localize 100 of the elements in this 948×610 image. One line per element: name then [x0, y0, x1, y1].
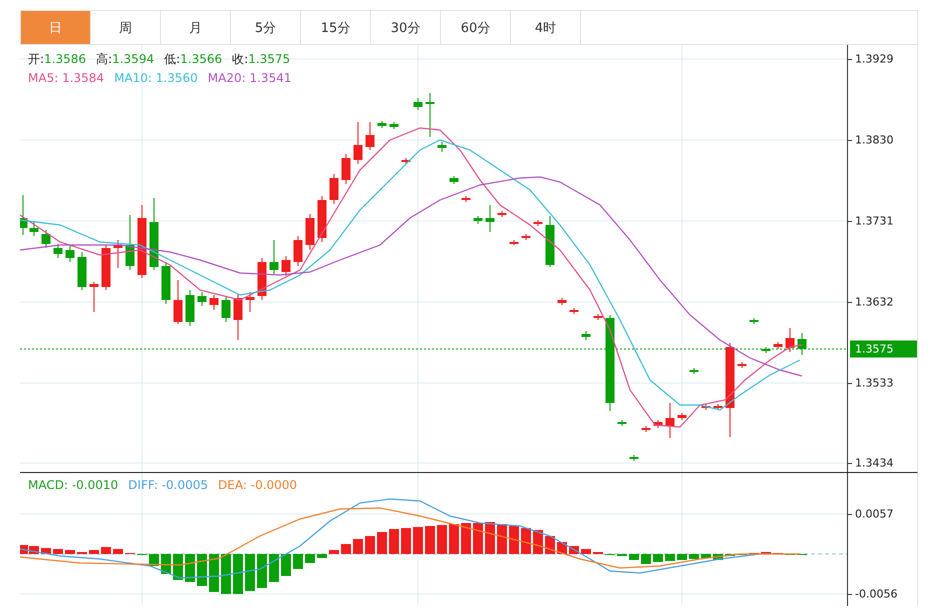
candle: [342, 154, 350, 184]
candle: [174, 280, 182, 324]
candle: [438, 142, 446, 152]
candle: [546, 216, 554, 268]
histogram-bar: [65, 550, 75, 554]
histogram-bar: [209, 554, 219, 592]
histogram-bar: [269, 554, 279, 582]
histogram-bar: [641, 554, 651, 564]
histogram-bar: [653, 554, 663, 562]
candle: [390, 122, 398, 130]
candle: [20, 194, 28, 236]
candle: [378, 120, 386, 128]
candle: [102, 244, 110, 290]
axis-label: 1.3434: [855, 456, 894, 470]
histogram-bar: [497, 524, 507, 554]
axis-label: 1.3632: [855, 296, 894, 308]
histogram-bar: [665, 554, 675, 561]
candle: [654, 420, 662, 428]
histogram-bar: [389, 529, 399, 554]
candle: [618, 420, 626, 426]
histogram-bar: [221, 554, 231, 594]
axis-label: 1.3533: [855, 376, 894, 390]
candle: [774, 342, 782, 350]
candle: [90, 282, 98, 312]
macd-value: DIFF: -0.0005: [128, 478, 208, 492]
candle: [222, 296, 230, 322]
histogram-bar: [257, 554, 267, 588]
candle: [42, 230, 50, 248]
histogram-bar: [425, 526, 435, 554]
axis-label: 1.3929: [855, 52, 894, 66]
candle: [198, 292, 206, 306]
candle: [474, 216, 482, 224]
candle: [450, 176, 458, 184]
histogram-bar: [173, 554, 183, 580]
candle: [510, 240, 518, 246]
moving-average-value: MA10: 1.3560: [114, 71, 198, 85]
histogram-bar: [353, 539, 363, 554]
candle: [162, 262, 170, 304]
candle: [558, 298, 566, 306]
candle: [246, 292, 254, 312]
macd-value: MACD: -0.0010: [28, 478, 118, 492]
axis-label: 0.0057: [855, 508, 894, 520]
candle: [642, 426, 650, 432]
candle: [402, 158, 410, 164]
candle: [486, 204, 494, 232]
histogram-bar: [473, 523, 483, 554]
candle: [702, 404, 710, 410]
candle: [234, 294, 242, 340]
candle: [78, 252, 86, 290]
histogram-bar: [233, 554, 243, 594]
histogram-bar: [437, 525, 447, 554]
candle: [666, 402, 674, 438]
candle: [462, 196, 470, 202]
candle: [330, 174, 338, 204]
histogram-bar: [485, 522, 495, 554]
candle: [762, 346, 770, 354]
candle: [786, 328, 794, 352]
moving-average-value: MA20: 1.3541: [208, 71, 292, 85]
histogram-bar: [305, 554, 315, 563]
histogram-bar: [449, 524, 459, 554]
candle: [54, 244, 62, 258]
histogram-bar: [317, 554, 327, 558]
histogram-bar: [509, 526, 519, 554]
candle: [30, 222, 38, 236]
histogram-bar: [293, 554, 303, 569]
candle: [294, 236, 302, 266]
histogram-bar: [689, 554, 699, 559]
candle: [318, 196, 326, 242]
histogram-bar: [329, 550, 339, 554]
macd-value: DEA: -0.0000: [218, 478, 298, 492]
candle: [690, 368, 698, 374]
histogram-bar: [701, 554, 711, 558]
histogram-bar: [89, 550, 99, 554]
candle: [678, 412, 686, 420]
candle: [210, 294, 218, 310]
candle: [66, 246, 74, 262]
candle: [186, 290, 194, 326]
histogram-bar: [365, 536, 375, 554]
histogram-bar: [281, 554, 291, 576]
histogram-bar: [413, 527, 423, 554]
candle: [366, 122, 374, 150]
histogram-bar: [581, 549, 591, 554]
histogram-bar: [461, 523, 471, 554]
candle: [534, 220, 542, 226]
candle: [798, 332, 806, 356]
candle: [582, 330, 590, 340]
candle: [750, 318, 758, 324]
current-price-tag: 1.3575: [850, 340, 917, 358]
candle: [426, 92, 434, 138]
candle: [270, 240, 278, 274]
histogram-bar: [245, 554, 255, 591]
histogram-bar: [341, 544, 351, 554]
candle: [630, 454, 638, 462]
candle: [306, 214, 314, 250]
histogram-bar: [377, 532, 387, 554]
histogram-bar: [113, 549, 123, 554]
candle: [498, 210, 506, 218]
candle: [414, 98, 422, 110]
histogram-bar: [521, 528, 531, 554]
candle: [714, 404, 722, 410]
